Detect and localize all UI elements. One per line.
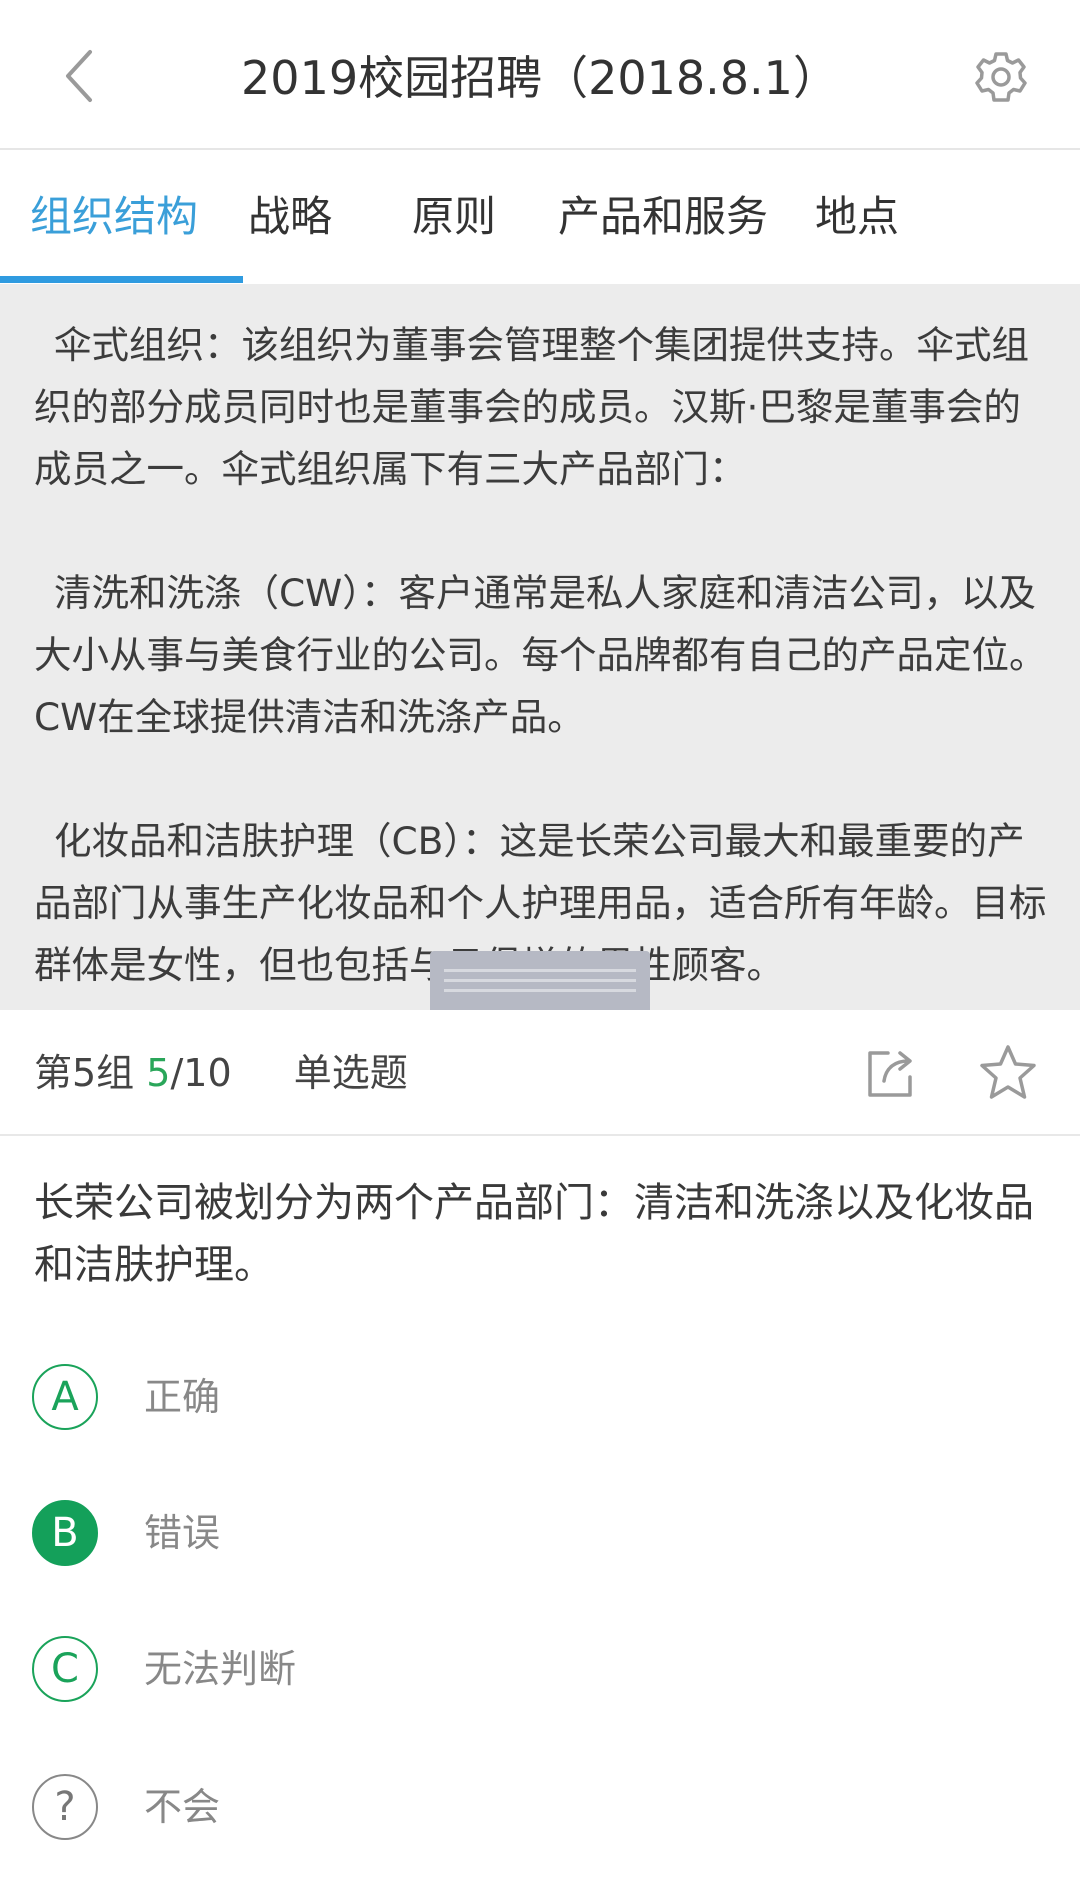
reading-passage[interactable]: 伞式组织：该组织为董事会管理整个集团提供支持。伞式组织的部分成员同时也是董事会的… — [0, 284, 1080, 1010]
tab-org-structure[interactable]: 组织结构 — [30, 150, 198, 284]
tab-locations[interactable]: 地点 — [815, 150, 899, 284]
handle-line — [444, 989, 636, 992]
option-b-badge: B — [32, 1500, 98, 1566]
favorite-button[interactable] — [976, 1041, 1040, 1105]
back-button[interactable] — [40, 36, 120, 116]
chevron-left-icon — [66, 50, 92, 102]
option-c[interactable]: C 无法判断 — [32, 1636, 1032, 1710]
tab-principles[interactable]: 原则 — [412, 150, 496, 284]
question-type: 单选题 — [293, 1051, 408, 1095]
handle-line — [444, 969, 636, 972]
current-question-number: 5 — [146, 1051, 171, 1095]
share-button[interactable] — [862, 1043, 922, 1103]
passage-paragraph: 清洗和洗涤（CW）：客户通常是私人家庭和清洁公司，以及大小从事与美食行业的公司。… — [34, 571, 1047, 739]
option-dont-know-text: 不会 — [144, 1785, 221, 1829]
question-text: 长荣公司被划分为两个产品部门：清洁和洗涤以及化妆品和洁肤护理。 — [34, 1180, 1034, 1288]
passage-resize-handle[interactable] — [430, 951, 650, 1010]
category-tabs: 组织结构 战略 原则 产品和服务 地点 — [0, 150, 1080, 284]
total-questions: /10 — [170, 1051, 232, 1095]
option-b-text: 错误 — [144, 1511, 221, 1555]
question-mark-icon: ? — [32, 1774, 98, 1840]
question-progress: 第5组 5/10 单选题 — [34, 1010, 408, 1136]
option-dont-know[interactable]: ? 不会 — [32, 1774, 1032, 1848]
option-c-badge: C — [32, 1636, 98, 1702]
page-title: 2019校园招聘（2018.8.1） — [241, 51, 839, 105]
star-icon — [980, 1045, 1036, 1099]
passage-paragraph: 伞式组织：该组织为董事会管理整个集团提供支持。伞式组织的部分成员同时也是董事会的… — [34, 323, 1029, 491]
handle-line — [444, 979, 636, 982]
top-app-bar: 2019校园招聘（2018.8.1） — [0, 0, 1080, 150]
option-a[interactable]: A 正确 — [32, 1364, 1032, 1438]
group-label: 第5组 — [34, 1051, 135, 1095]
tab-products-services[interactable]: 产品和服务 — [558, 150, 768, 284]
settings-button[interactable] — [966, 42, 1036, 112]
share-icon — [868, 1051, 912, 1097]
tab-strategy[interactable]: 战略 — [248, 150, 332, 284]
option-a-badge: A — [32, 1364, 98, 1430]
gear-icon — [975, 52, 1027, 102]
option-a-text: 正确 — [144, 1375, 221, 1419]
option-c-text: 无法判断 — [144, 1647, 297, 1691]
active-tab-indicator — [0, 276, 243, 283]
option-b[interactable]: B 错误 — [32, 1500, 1032, 1574]
question-info-bar: 第5组 5/10 单选题 — [0, 1010, 1080, 1136]
